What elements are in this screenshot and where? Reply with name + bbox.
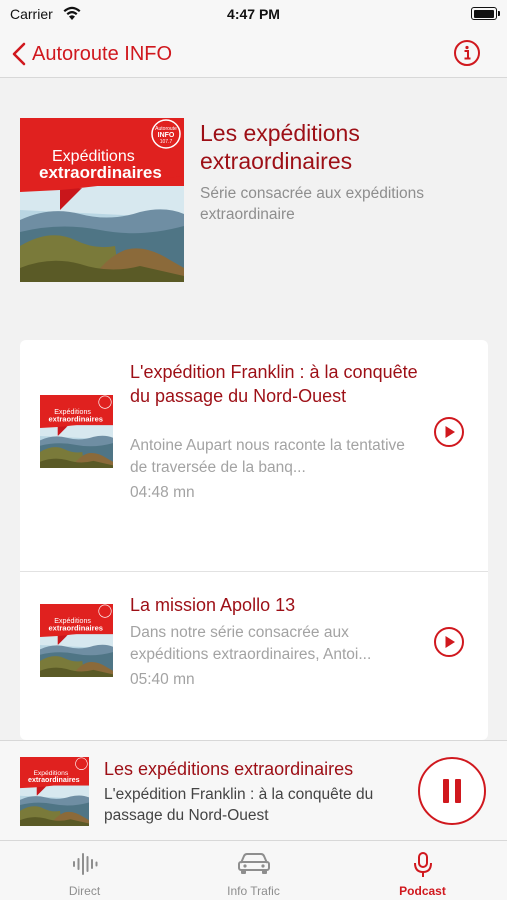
mini-player[interactable]: Expéditions extraordinaires Les expéditi… bbox=[0, 740, 507, 840]
tab-bar: Direct Info Trafic Podcast bbox=[0, 840, 507, 900]
clock-label: 4:47 PM bbox=[227, 6, 280, 22]
episode-description: Dans notre série consacrée aux expéditio… bbox=[130, 624, 372, 663]
cover-logo-line3: 107.7 bbox=[160, 139, 173, 145]
status-bar: Carrier 4:47 PM bbox=[0, 0, 507, 30]
navigation-bar: Autoroute INFO bbox=[0, 30, 507, 78]
play-icon bbox=[434, 627, 464, 657]
tab-direct[interactable]: Direct bbox=[0, 841, 169, 900]
episode-title: La mission Apollo 13 bbox=[130, 595, 296, 615]
now-playing-cover-image: Expéditions extraordinaires bbox=[20, 757, 89, 826]
tab-podcast[interactable]: Podcast bbox=[338, 841, 507, 900]
microphone-icon bbox=[413, 852, 432, 877]
episode-play-button[interactable] bbox=[433, 626, 465, 658]
svg-text:extraordinaires: extraordinaires bbox=[48, 624, 103, 633]
info-button[interactable] bbox=[453, 39, 481, 67]
episode-row[interactable]: Expéditions extraordinaires La mission A… bbox=[20, 571, 488, 740]
podcast-header: Expéditions extraordinaires Autoroute IN… bbox=[20, 118, 490, 283]
play-icon bbox=[434, 417, 464, 447]
episode-play-button[interactable] bbox=[433, 416, 465, 448]
episode-title: L'expédition Franklin : à la conquête du… bbox=[130, 362, 418, 406]
back-button-label: Autoroute INFO bbox=[32, 42, 173, 65]
battery-icon bbox=[471, 7, 500, 20]
episode-duration: 05:40 mn bbox=[130, 671, 195, 688]
chevron-left-icon bbox=[12, 42, 26, 66]
podcast-title: Les expéditions extraordinaires bbox=[200, 120, 360, 174]
waveform-icon bbox=[72, 853, 97, 875]
episode-description: Antoine Aupart nous raconte la tentative… bbox=[130, 437, 405, 476]
episode-cover-image: Expéditions extraordinaires bbox=[40, 604, 113, 677]
episode-duration: 04:48 mn bbox=[130, 484, 195, 501]
svg-text:extraordinaires: extraordinaires bbox=[48, 415, 103, 424]
cover-title-line2: extraordinaires bbox=[39, 163, 162, 182]
tab-podcast-label: Podcast bbox=[399, 884, 446, 898]
pause-icon bbox=[443, 779, 449, 803]
pause-button[interactable] bbox=[418, 757, 486, 825]
podcast-cover-image: Expéditions extraordinaires Autoroute IN… bbox=[20, 118, 184, 282]
tab-info-trafic[interactable]: Info Trafic bbox=[169, 841, 338, 900]
now-playing-title: Les expéditions extraordinaires bbox=[104, 759, 354, 779]
podcast-description: Série consacrée aux expéditions extraord… bbox=[200, 185, 425, 223]
tab-info-trafic-label: Info Trafic bbox=[227, 884, 280, 898]
cover-logo-line2: INFO bbox=[158, 132, 175, 139]
episode-list: Expéditions extraordinaires L'expédition… bbox=[20, 340, 488, 740]
episode-row[interactable]: Expéditions extraordinaires L'expédition… bbox=[20, 340, 488, 571]
episode-cover-image: Expéditions extraordinaires bbox=[40, 395, 113, 468]
now-playing-subtitle: L'expédition Franklin : à la conquête du… bbox=[104, 786, 374, 824]
car-icon bbox=[237, 853, 270, 874]
back-button[interactable]: Autoroute INFO bbox=[12, 38, 172, 70]
svg-text:extraordinaires: extraordinaires bbox=[28, 776, 80, 784]
tab-direct-label: Direct bbox=[68, 884, 101, 898]
info-icon bbox=[454, 40, 480, 66]
